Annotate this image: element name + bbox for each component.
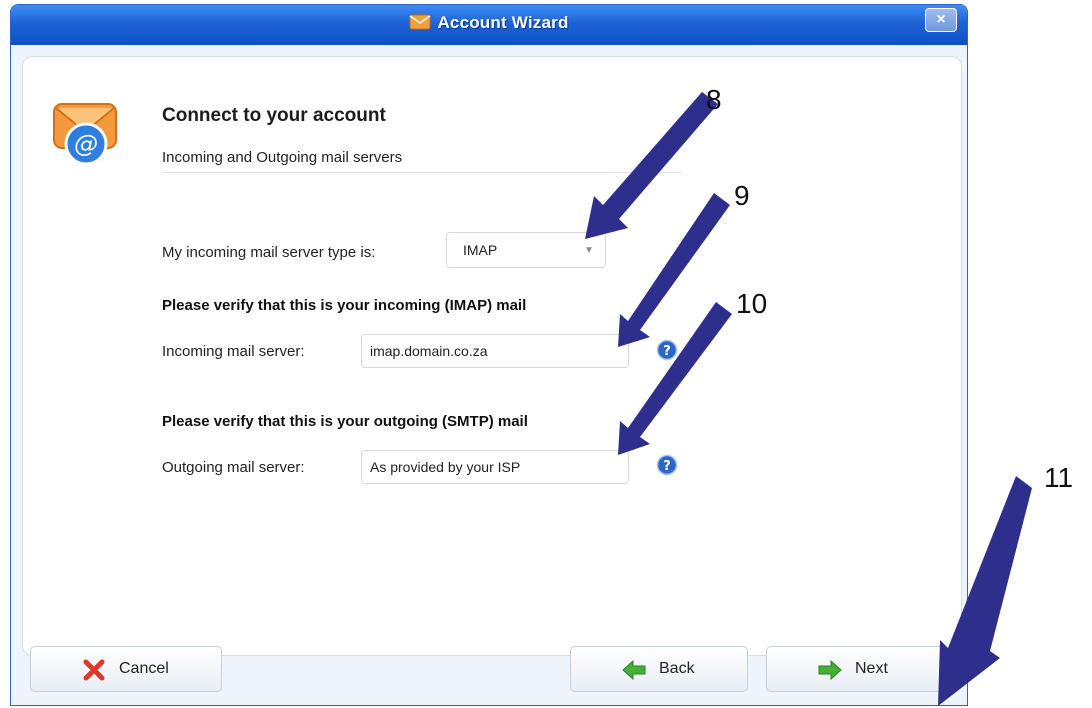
annotation-number-11: 11	[1044, 462, 1074, 493]
annotation-number-9: 9	[734, 180, 750, 211]
annotation-arrow-11	[938, 476, 1032, 706]
annotation-number-8: 8	[706, 84, 722, 115]
annotation-number-10: 10	[736, 288, 768, 319]
annotation-arrows	[585, 92, 1032, 706]
